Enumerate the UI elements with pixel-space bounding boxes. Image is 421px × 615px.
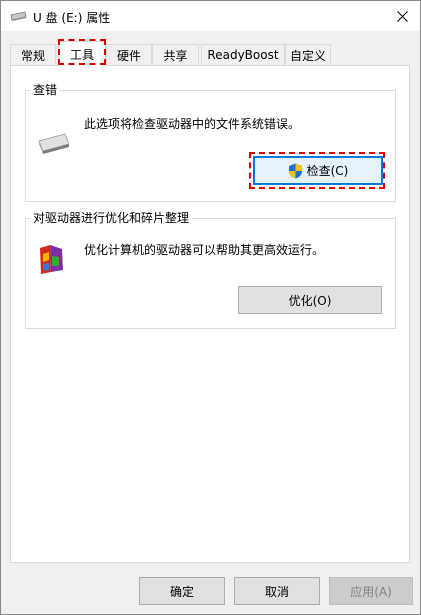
tools-tab-panel: 查错 此选项将检查驱动器中的文件系统错误。 检查(C) 对驱动器进行优化和碎片整… <box>10 65 410 563</box>
tab-label: 共享 <box>163 48 188 63</box>
error-check-description: 此选项将检查驱动器中的文件系统错误。 <box>84 117 301 131</box>
tab-label: 硬件 <box>116 48 141 63</box>
title-bar: U 盘 (E:) 属性 <box>1 1 420 31</box>
optimize-description: 优化计算机的驱动器可以帮助其更高效运行。 <box>84 243 325 257</box>
tab-sharing[interactable]: 共享 <box>152 44 199 65</box>
tab-label: 工具 <box>69 47 94 62</box>
apply-button[interactable]: 应用(A) <box>329 577 413 605</box>
tab-customize[interactable]: 自定义 <box>285 44 331 65</box>
optimize-button[interactable]: 优化(O) <box>238 286 382 314</box>
optimize-legend: 对驱动器进行优化和碎片整理 <box>33 211 190 225</box>
check-button[interactable]: 检查(C) <box>253 156 383 185</box>
cancel-button-label: 取消 <box>264 584 289 599</box>
tab-hardware[interactable]: 硬件 <box>106 44 152 65</box>
tab-tools[interactable]: 工具 <box>58 41 106 66</box>
properties-window: U 盘 (E:) 属性 常规 工具 硬件 共享 ReadyBoost 自定义 查… <box>0 0 421 615</box>
uac-shield-icon <box>288 163 302 178</box>
tab-label: 自定义 <box>289 48 326 63</box>
tab-readyboost[interactable]: ReadyBoost <box>201 44 285 65</box>
close-icon <box>396 10 408 22</box>
error-check-legend: 查错 <box>33 83 58 97</box>
close-button[interactable] <box>384 1 420 31</box>
defrag-icon <box>40 245 63 274</box>
tab-label: ReadyBoost <box>207 48 279 62</box>
window-title: U 盘 (E:) 属性 <box>33 11 111 25</box>
apply-button-label: 应用(A) <box>350 584 392 599</box>
ok-button-label: 确定 <box>169 584 194 599</box>
ok-button[interactable]: 确定 <box>139 577 225 605</box>
cancel-button[interactable]: 取消 <box>234 577 320 605</box>
usb-drive-icon <box>10 11 27 21</box>
tab-general[interactable]: 常规 <box>10 44 56 65</box>
tab-label: 常规 <box>20 48 45 63</box>
drive-icon <box>38 133 70 154</box>
optimize-button-label: 优化(O) <box>288 293 332 308</box>
check-button-label: 检查(C) <box>306 164 349 178</box>
